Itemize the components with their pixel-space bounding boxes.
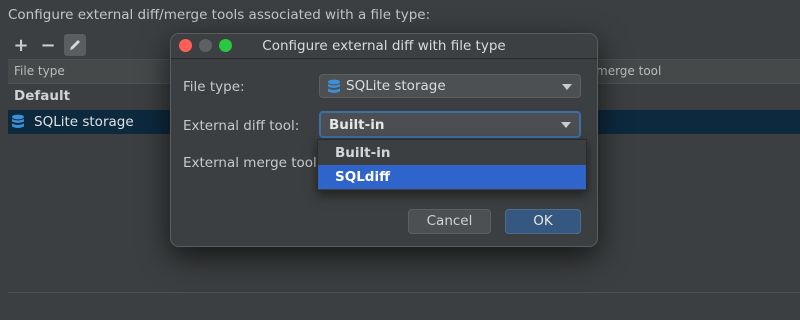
- pencil-icon: [70, 40, 80, 50]
- diff-tool-value: Built-in: [329, 117, 385, 133]
- file-type-dropdown[interactable]: SQLite storage: [319, 74, 581, 98]
- add-button[interactable]: +: [10, 34, 32, 56]
- merge-tool-label: External merge tool:: [183, 155, 322, 171]
- database-icon: [327, 79, 341, 99]
- dialog-title: Configure external diff with file type: [262, 38, 506, 54]
- group-label-default: Default: [14, 88, 71, 104]
- dialog-titlebar[interactable]: Configure external diff with file type: [171, 34, 597, 59]
- ok-button[interactable]: OK: [505, 209, 581, 234]
- remove-button[interactable]: −: [37, 34, 59, 56]
- cancel-button[interactable]: Cancel: [408, 209, 491, 234]
- diff-tool-options-popup: Built-in SQLdiff: [317, 139, 587, 191]
- diff-tool-label: External diff tool:: [183, 118, 300, 134]
- column-header-merge-tool[interactable]: merge tool: [596, 64, 661, 78]
- chevron-down-icon: [562, 84, 572, 90]
- option-built-in[interactable]: Built-in: [318, 141, 586, 165]
- configure-diff-dialog: Configure external diff with file type F…: [170, 33, 598, 247]
- column-header-file-type[interactable]: File type: [14, 64, 65, 78]
- database-icon: [11, 114, 25, 134]
- file-type-label: File type:: [183, 79, 245, 95]
- divider: [8, 292, 800, 293]
- chevron-down-icon: [561, 122, 571, 128]
- edit-button[interactable]: [64, 34, 86, 56]
- diff-tool-dropdown[interactable]: Built-in: [319, 111, 581, 138]
- page-heading: Configure external diff/merge tools asso…: [8, 7, 431, 23]
- row-label: SQLite storage: [34, 114, 134, 130]
- file-type-value: SQLite storage: [346, 78, 446, 94]
- option-sqldiff[interactable]: SQLdiff: [318, 165, 586, 189]
